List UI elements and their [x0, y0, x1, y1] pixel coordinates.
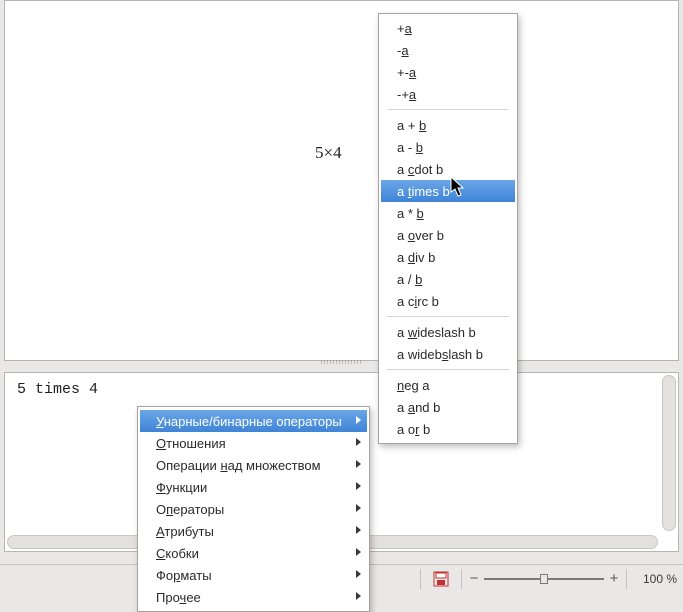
- status-separator: [461, 569, 462, 589]
- editor-code: 5 times 4: [17, 381, 98, 398]
- context-menu-item[interactable]: Форматы: [140, 564, 367, 586]
- submenu-arrow-icon: [356, 416, 361, 424]
- save-icon[interactable]: [433, 571, 449, 587]
- submenu-item[interactable]: neg a: [381, 374, 515, 396]
- submenu-item[interactable]: -+a: [381, 83, 515, 105]
- submenu-item[interactable]: -a: [381, 39, 515, 61]
- submenu-item[interactable]: a / b: [381, 268, 515, 290]
- submenu-item[interactable]: a wideslash b: [381, 321, 515, 343]
- submenu-item[interactable]: a + b: [381, 114, 515, 136]
- context-menu-item[interactable]: Функции: [140, 476, 367, 498]
- submenu-arrow-icon: [356, 592, 361, 600]
- operators-submenu[interactable]: +a-a+-a-+a a + ba - ba cdot ba times ba *…: [378, 13, 518, 444]
- editor-scrollbar-vertical[interactable]: [662, 375, 676, 531]
- preview-canvas: 5×4: [4, 0, 679, 361]
- context-menu-item[interactable]: Атрибуты: [140, 520, 367, 542]
- splitter-grip-icon: [321, 360, 363, 364]
- submenu-arrow-icon: [356, 548, 361, 556]
- submenu-item[interactable]: a or b: [381, 418, 515, 440]
- context-menu-item[interactable]: Скобки: [140, 542, 367, 564]
- menu-separator: [387, 369, 509, 370]
- zoom-slider-thumb[interactable]: [540, 574, 548, 584]
- zoom-slider[interactable]: [484, 573, 604, 585]
- context-menu-item[interactable]: Операторы: [140, 498, 367, 520]
- submenu-arrow-icon: [356, 482, 361, 490]
- submenu-item[interactable]: a circ b: [381, 290, 515, 312]
- submenu-item[interactable]: a widebslash b: [381, 343, 515, 365]
- context-menu[interactable]: Унарные/бинарные операторыОтношенияОпера…: [137, 406, 370, 612]
- submenu-item[interactable]: a * b: [381, 202, 515, 224]
- menu-separator: [387, 316, 509, 317]
- submenu-item[interactable]: a div b: [381, 246, 515, 268]
- status-separator: [420, 569, 421, 589]
- submenu-arrow-icon: [356, 438, 361, 446]
- formula-render: 5×4: [315, 143, 342, 163]
- submenu-item[interactable]: a over b: [381, 224, 515, 246]
- submenu-item[interactable]: a cdot b: [381, 158, 515, 180]
- submenu-arrow-icon: [356, 504, 361, 512]
- zoom-out-button[interactable]: −: [468, 570, 480, 587]
- menu-separator: [387, 109, 509, 110]
- submenu-arrow-icon: [356, 570, 361, 578]
- zoom-level-label[interactable]: 100 %: [633, 572, 683, 586]
- submenu-item[interactable]: a - b: [381, 136, 515, 158]
- zoom-in-button[interactable]: +: [608, 570, 620, 587]
- submenu-item[interactable]: +-a: [381, 61, 515, 83]
- submenu-item[interactable]: a times b: [381, 180, 515, 202]
- submenu-arrow-icon: [356, 526, 361, 534]
- context-menu-item[interactable]: Операции над множеством: [140, 454, 367, 476]
- pane-splitter[interactable]: [0, 359, 683, 365]
- context-menu-item[interactable]: Прочее: [140, 586, 367, 608]
- submenu-arrow-icon: [356, 460, 361, 468]
- submenu-item[interactable]: a and b: [381, 396, 515, 418]
- submenu-item[interactable]: +a: [381, 17, 515, 39]
- status-separator: [626, 569, 627, 589]
- preview-pane: 5×4: [0, 0, 683, 365]
- context-menu-item[interactable]: Унарные/бинарные операторы: [140, 410, 367, 432]
- context-menu-item[interactable]: Отношения: [140, 432, 367, 454]
